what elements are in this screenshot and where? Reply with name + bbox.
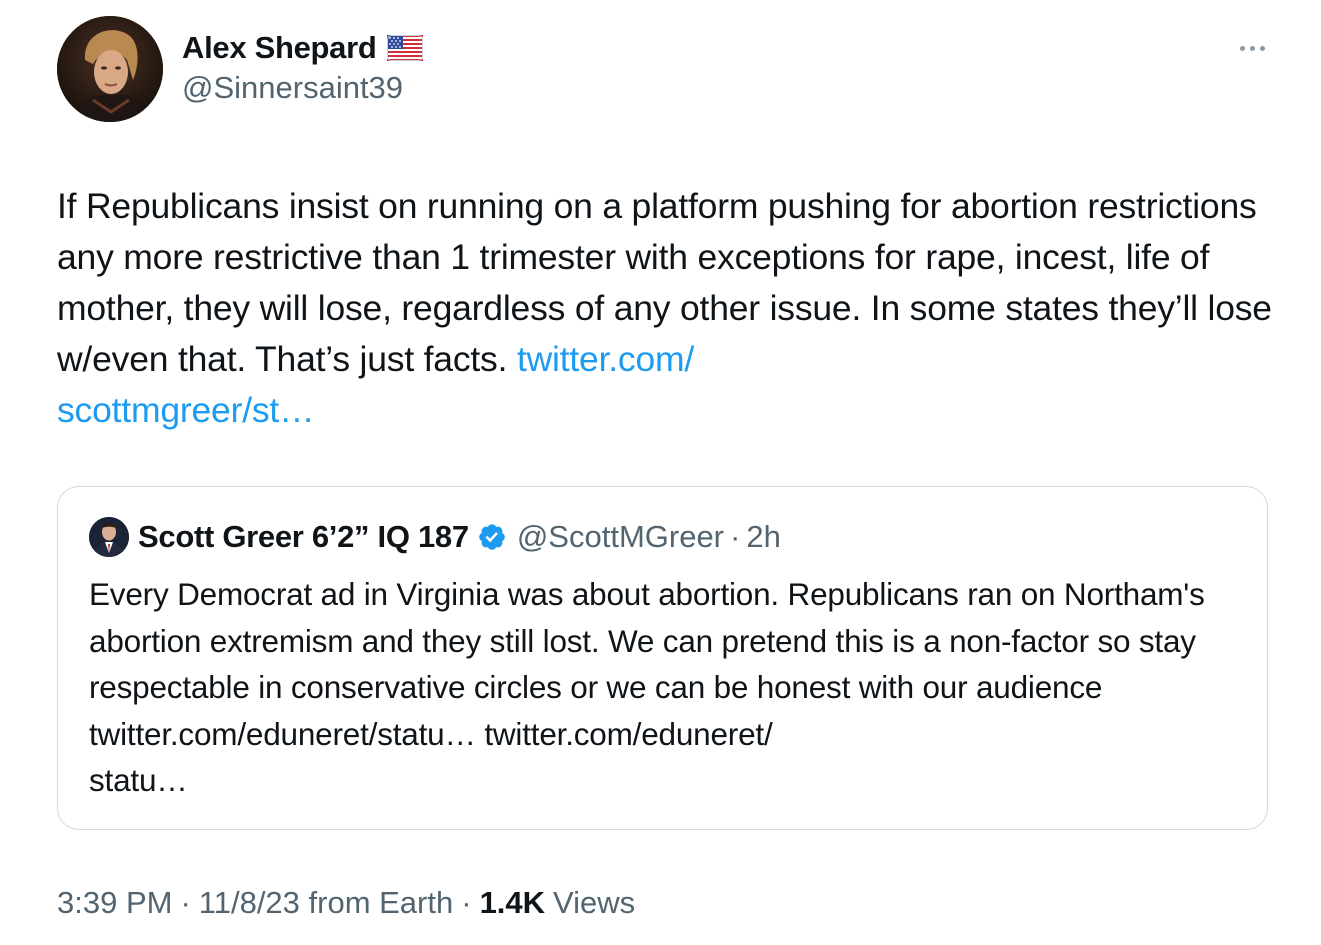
quoted-tweet-card[interactable]: Scott Greer 6’2” IQ 187 @ScottMGreer · 2… bbox=[57, 486, 1268, 830]
meta-separator: · bbox=[461, 885, 472, 920]
dot bbox=[1259, 45, 1265, 51]
quoted-timestamp[interactable]: 2h bbox=[746, 519, 780, 555]
tweet-time[interactable]: 3:39 PM bbox=[57, 885, 172, 921]
views-label: Views bbox=[553, 885, 636, 920]
meta-separator: · bbox=[180, 885, 191, 920]
quoted-tweet-text: Every Democrat ad in Virginia was about … bbox=[89, 576, 1205, 798]
verified-badge-icon bbox=[479, 524, 505, 550]
quoted-author-avatar[interactable] bbox=[89, 517, 129, 557]
quoted-handle[interactable]: @ScottMGreer bbox=[517, 519, 724, 555]
quoted-display-name[interactable]: Scott Greer 6’2” IQ 187 bbox=[138, 519, 469, 555]
author-handle[interactable]: @Sinnersaint39 bbox=[182, 70, 403, 106]
avatar-image bbox=[57, 16, 163, 122]
author-name-row: Alex Shepard bbox=[182, 28, 423, 68]
tweet-meta: 3:39 PM · 11/8/23 from Earth · 1.4K View… bbox=[57, 882, 635, 924]
more-dots-icon[interactable] bbox=[1232, 36, 1272, 60]
quoted-tweet-header: Scott Greer 6’2” IQ 187 @ScottMGreer · 2… bbox=[89, 517, 781, 557]
author-avatar[interactable] bbox=[57, 16, 163, 122]
tweet-body: If Republicans insist on running on a pl… bbox=[57, 181, 1287, 436]
quoted-avatar-image bbox=[89, 517, 129, 557]
views-count: 1.4K bbox=[479, 885, 546, 920]
quoted-separator: · bbox=[730, 519, 741, 554]
dot bbox=[1239, 45, 1245, 51]
tweet-date-source: 11/8/23 from Earth bbox=[198, 885, 454, 920]
author-display-name[interactable]: Alex Shepard bbox=[182, 30, 377, 66]
dot bbox=[1249, 45, 1255, 51]
us-flag-icon bbox=[386, 35, 423, 61]
